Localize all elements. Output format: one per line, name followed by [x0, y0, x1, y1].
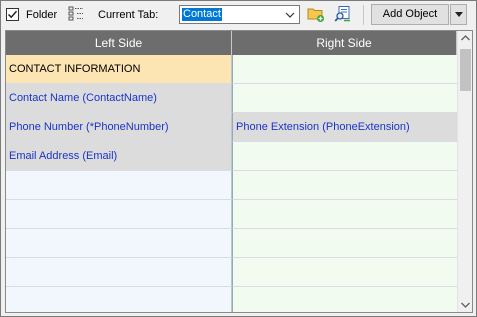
grid-cell-right[interactable] [232, 287, 457, 312]
layout-grid: Left Side Right Side CONTACT INFORMATION… [5, 30, 473, 313]
grid-cell-left[interactable] [6, 171, 232, 200]
chevron-down-icon [455, 12, 463, 17]
folder-add-icon[interactable] [307, 5, 325, 23]
toolbar: Folder Current Tab: Contact Add Object [1, 1, 476, 29]
grid-row: Contact Name (ContactName) [6, 84, 457, 113]
grid-cell-left[interactable] [6, 287, 232, 312]
grid-row: Phone Number (*PhoneNumber) Phone Extens… [6, 113, 457, 142]
search-icon[interactable] [334, 5, 352, 23]
folder-checkbox[interactable] [6, 8, 19, 21]
grid-cell-right[interactable] [232, 84, 457, 113]
grid-cell-right[interactable] [232, 200, 457, 229]
scrollbar-thumb[interactable] [460, 49, 471, 91]
form-layout-window: Folder Current Tab: Contact Add Object L… [0, 0, 477, 317]
vertical-scrollbar[interactable] [457, 31, 472, 312]
grid-row: Email Address (Email) [6, 142, 457, 171]
checkmark-icon [7, 10, 18, 19]
chevron-down-icon[interactable] [461, 302, 470, 308]
grid-cell-right[interactable] [232, 258, 457, 287]
add-object-dropdown[interactable] [450, 4, 467, 25]
current-tab-value: Contact [182, 8, 222, 21]
grid-cell-left[interactable]: Phone Number (*PhoneNumber) [6, 113, 232, 142]
current-tab-select[interactable]: Contact [179, 5, 300, 24]
grid-row [6, 229, 457, 258]
grid-cell-left[interactable]: Contact Name (ContactName) [6, 84, 232, 113]
grid-cell-left[interactable] [6, 258, 232, 287]
grid-cell-right[interactable] [232, 55, 457, 84]
grid-cell-right[interactable] [232, 229, 457, 258]
column-header-right[interactable]: Right Side [232, 31, 457, 55]
grid-cell-right[interactable] [232, 171, 457, 200]
add-object-button[interactable]: Add Object [371, 4, 449, 25]
grid-cell-left[interactable] [6, 229, 232, 258]
grid-row [6, 171, 457, 200]
chevron-down-icon [285, 12, 295, 18]
grid-cell-left[interactable]: CONTACT INFORMATION [6, 55, 232, 84]
grid-row [6, 200, 457, 229]
grid-cell-right[interactable]: Phone Extension (PhoneExtension) [232, 113, 457, 142]
grid-row [6, 258, 457, 287]
toolbar-divider [363, 5, 364, 25]
grid-row: CONTACT INFORMATION [6, 55, 457, 84]
grid-cell-left[interactable] [6, 200, 232, 229]
grid-cell-left[interactable]: Email Address (Email) [6, 142, 232, 171]
current-tab-label: Current Tab: [98, 9, 159, 21]
chevron-up-icon[interactable] [461, 35, 470, 41]
grid-cell-right[interactable] [232, 142, 457, 171]
column-header-left[interactable]: Left Side [6, 31, 232, 55]
folder-label: Folder [26, 9, 58, 21]
tree-view-icon[interactable] [68, 6, 84, 22]
grid-row [6, 287, 457, 312]
